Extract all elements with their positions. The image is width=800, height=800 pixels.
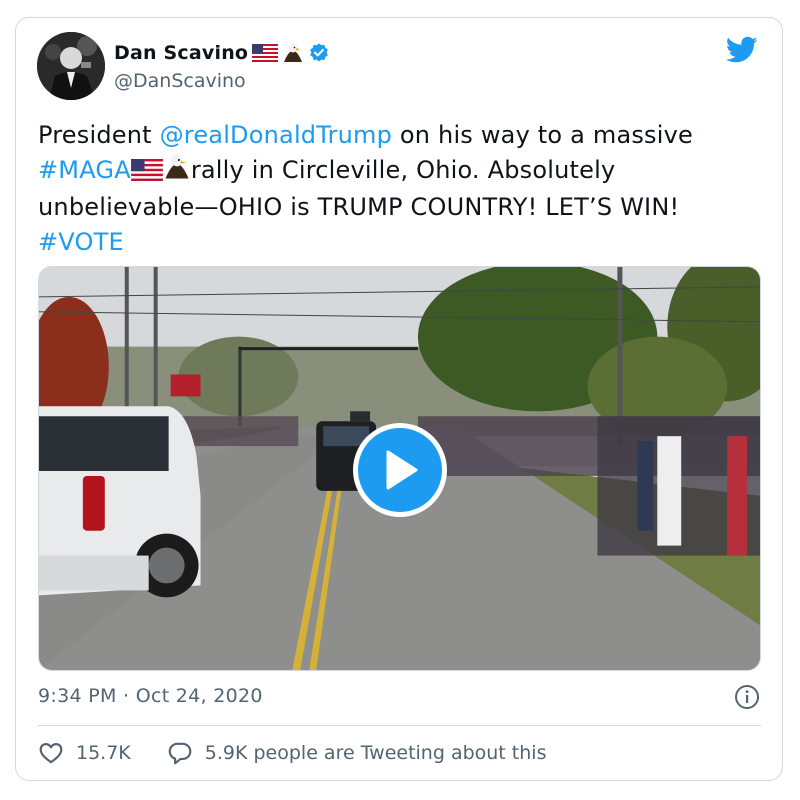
us-flag-emoji (252, 44, 279, 62)
tweet-actions: 15.7K 5.9K people are Tweeting about thi… (38, 740, 546, 766)
heart-icon (39, 743, 63, 764)
avatar[interactable] (37, 32, 105, 100)
divider (38, 725, 761, 726)
like-button[interactable]: 15.7K (38, 740, 131, 766)
eagle-emoji (282, 42, 304, 64)
tweet-timestamp[interactable]: 9:34 PM · Oct 24, 2020 (38, 685, 263, 707)
timestamp-separator: · (116, 685, 136, 707)
hashtag-link-vote[interactable]: #VOTE (38, 228, 124, 256)
reply-button[interactable]: 5.9K people are Tweeting about this (167, 740, 547, 766)
avatar-photo (37, 32, 105, 100)
tweeting-about-text: 5.9K people are Tweeting about this (204, 742, 547, 764)
author-handle[interactable]: @DanScavino (114, 70, 246, 92)
tweet-text-segment: President (38, 121, 160, 149)
video-player[interactable] (38, 266, 761, 671)
verified-badge-icon (308, 42, 330, 64)
play-button[interactable] (353, 423, 447, 517)
reply-bubble-icon (168, 742, 192, 765)
eagle-emoji (163, 153, 191, 191)
tweet-text-segment: on his way to a massive (392, 121, 693, 149)
author-name-row: Dan Scavino (114, 42, 330, 64)
info-icon[interactable] (734, 684, 760, 710)
tweet-text: President @realDonaldTrump on his way to… (38, 118, 768, 259)
display-name[interactable]: Dan Scavino (114, 42, 248, 64)
twitter-bird-icon[interactable] (725, 36, 758, 64)
tweet-date: Oct 24, 2020 (135, 685, 263, 707)
like-count: 15.7K (76, 742, 131, 764)
tweet-time: 9:34 PM (38, 685, 117, 707)
us-flag-emoji (130, 156, 163, 191)
hashtag-link-maga[interactable]: #MAGA (38, 156, 131, 184)
tweet-card: Dan Scavino @DanScavino President @realD… (15, 17, 783, 781)
play-icon (386, 450, 418, 490)
mention-link[interactable]: @realDonaldTrump (160, 121, 393, 149)
